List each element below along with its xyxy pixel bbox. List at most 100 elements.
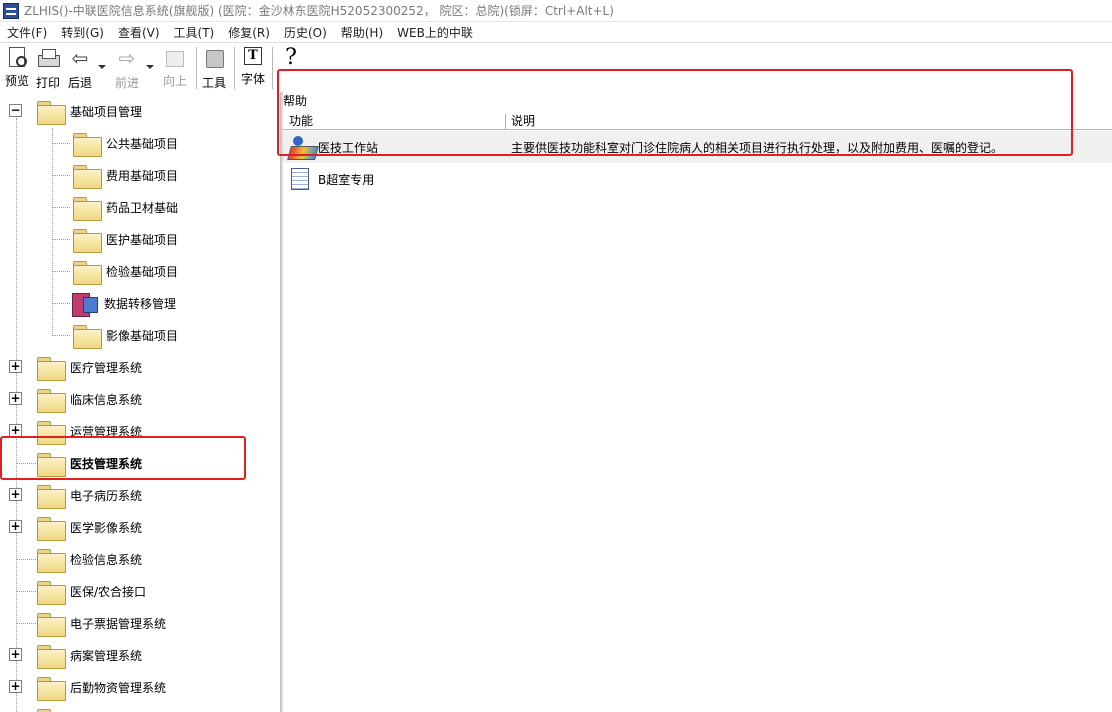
tree-node-medtech-mgmt[interactable]: 医技管理系统 [36, 447, 142, 479]
preview-label: 预览 [4, 74, 29, 88]
forward-arrow-icon: ⇨ [118, 46, 136, 70]
title-bar: ZLHIS()-中联医院信息系统(旗舰版) (医院：金沙林东医院H5205230… [0, 0, 1112, 22]
tree-node-label: 医保/农合接口 [70, 584, 147, 599]
tree-connector [16, 559, 36, 560]
expand-icon[interactable]: + [9, 680, 22, 693]
font-icon: T [244, 47, 262, 65]
tree-node-medical-imaging[interactable]: 医学影像系统 [36, 511, 142, 543]
tree-node-drug-basic[interactable]: 药品卫材基础 [72, 191, 178, 223]
folder-icon [72, 162, 102, 189]
module-tree[interactable]: − 基础项目管理 公共基础项目 费用基础项目 药品卫材基础 医护基础项目 检验基… [0, 92, 280, 712]
list-header: 功能 说明 [283, 112, 1112, 130]
up-label: 向上 [162, 74, 187, 88]
menu-view[interactable]: 查看(V) [111, 24, 167, 41]
folder-icon [36, 482, 66, 509]
back-button[interactable]: ⇦ 后退 [66, 47, 94, 91]
forward-button[interactable]: ⇨ 前进 [112, 47, 142, 91]
expand-icon[interactable]: + [9, 520, 22, 533]
tree-connector [52, 303, 70, 304]
preview-button[interactable]: 预览 [4, 47, 30, 91]
menu-goto[interactable]: 转到(G) [54, 24, 111, 41]
menu-repair[interactable]: 修复(R) [221, 24, 277, 41]
folder-icon [72, 130, 102, 157]
toolbar: 预览 打印 ⇦ 后退 ⇨ 前进 向上 工具 T 字体 ? [0, 42, 1112, 92]
tree-node-emr[interactable]: 电子病历系统 [36, 479, 142, 511]
font-button[interactable]: T 字体 [238, 47, 268, 91]
tree-node-label: 医学影像系统 [70, 520, 143, 535]
up-button[interactable]: 向上 [160, 47, 190, 91]
collapse-icon[interactable]: − [9, 104, 22, 117]
tree-node-label: 医疗管理系统 [70, 360, 143, 375]
tree-node-operations-mgmt[interactable]: 运营管理系统 [36, 415, 142, 447]
tools-button[interactable]: 工具 [200, 47, 228, 91]
tree-node-basic-items[interactable]: 基础项目管理 [36, 95, 142, 127]
tree-node-medical-records[interactable]: 病案管理系统 [36, 639, 142, 671]
preview-icon [9, 47, 27, 67]
folder-icon [36, 610, 66, 637]
tree-node-label: 临床信息系统 [70, 392, 143, 407]
tree-connector [52, 207, 70, 208]
expand-icon[interactable]: + [9, 392, 22, 405]
tree-node-lab-basic[interactable]: 检验基础项目 [72, 255, 178, 287]
tree-node-label: 影像基础项目 [106, 328, 179, 343]
print-button[interactable]: 打印 [34, 47, 62, 91]
back-arrow-icon: ⇦ [71, 46, 89, 70]
list-item-name: B超室专用 [318, 172, 375, 187]
tree-node-label: 检验信息系统 [70, 552, 143, 567]
tree-node-medical-mgmt[interactable]: 医疗管理系统 [36, 351, 142, 383]
folder-icon [36, 386, 66, 413]
document-icon [291, 168, 309, 190]
menu-help[interactable]: 帮助(H) [334, 24, 390, 41]
expand-icon[interactable]: + [9, 424, 22, 437]
tree-connector [52, 143, 70, 144]
help-button[interactable]: ? [278, 47, 304, 91]
toolbar-separator [272, 47, 273, 89]
menu-file[interactable]: 文件(F) [0, 24, 54, 41]
expand-icon[interactable]: + [9, 360, 22, 373]
tools-icon [203, 47, 225, 69]
column-header-function[interactable]: 功能 [283, 112, 505, 130]
tree-connector [52, 175, 70, 176]
tree-node-label: 运营管理系统 [70, 424, 143, 439]
list-item-medtech-workstation[interactable]: 医技工作站 主要供医技功能科室对门诊住院病人的相关项目进行执行处理，以及附加费用… [283, 131, 1112, 163]
tree-node-label: 电子票据管理系统 [70, 616, 167, 631]
menu-bar: 文件(F) 转到(G) 查看(V) 工具(T) 修复(R) 历史(O) 帮助(H… [0, 22, 1112, 42]
folder-icon [36, 418, 66, 445]
tree-node-partial[interactable] [36, 703, 70, 712]
tree-connector [16, 623, 36, 624]
function-list-pane: 帮助 功能 说明 医技工作站 主要供医技功能科室对门诊住院病人的相关项目进行执行… [283, 92, 1112, 712]
tree-node-public-basic[interactable]: 公共基础项目 [72, 127, 178, 159]
help-question-icon: ? [285, 45, 297, 70]
printer-icon [37, 47, 60, 69]
menu-history[interactable]: 历史(O) [277, 24, 334, 41]
list-item-ultrasound[interactable]: B超室专用 [283, 163, 1112, 195]
tree-node-e-invoice[interactable]: 电子票据管理系统 [36, 607, 166, 639]
list-item-name: 医技工作站 [318, 140, 379, 155]
tree-node-imaging-basic[interactable]: 影像基础项目 [72, 319, 178, 351]
expand-icon[interactable]: + [9, 488, 22, 501]
tree-node-clinical-info[interactable]: 临床信息系统 [36, 383, 142, 415]
tree-node-nursing-basic[interactable]: 医护基础项目 [72, 223, 178, 255]
tree-node-label: 后勤物资管理系统 [70, 680, 167, 695]
tree-node-data-migration[interactable]: 数据转移管理 [70, 287, 176, 319]
folder-icon [36, 578, 66, 605]
tree-node-label: 数据转移管理 [104, 296, 177, 311]
folder-icon [72, 322, 102, 349]
tree-node-lab-info[interactable]: 检验信息系统 [36, 543, 142, 575]
tree-node-label: 病案管理系统 [70, 648, 143, 663]
tree-node-fee-basic[interactable]: 费用基础项目 [72, 159, 178, 191]
folder-icon [36, 546, 66, 573]
tree-node-insurance-interface[interactable]: 医保/农合接口 [36, 575, 146, 607]
tree-node-logistics[interactable]: 后勤物资管理系统 [36, 671, 166, 703]
folder-icon [36, 642, 66, 669]
menu-web[interactable]: WEB上的中联 [390, 24, 480, 41]
tree-node-label: 费用基础项目 [106, 168, 179, 183]
column-header-description[interactable]: 说明 [505, 112, 535, 130]
toolbar-separator [196, 47, 197, 89]
back-dropdown-icon[interactable] [98, 65, 106, 69]
forward-dropdown-icon[interactable] [146, 65, 154, 69]
tree-connector [52, 335, 70, 336]
expand-icon[interactable]: + [9, 648, 22, 661]
folder-icon [72, 258, 102, 285]
menu-tools[interactable]: 工具(T) [167, 24, 222, 41]
